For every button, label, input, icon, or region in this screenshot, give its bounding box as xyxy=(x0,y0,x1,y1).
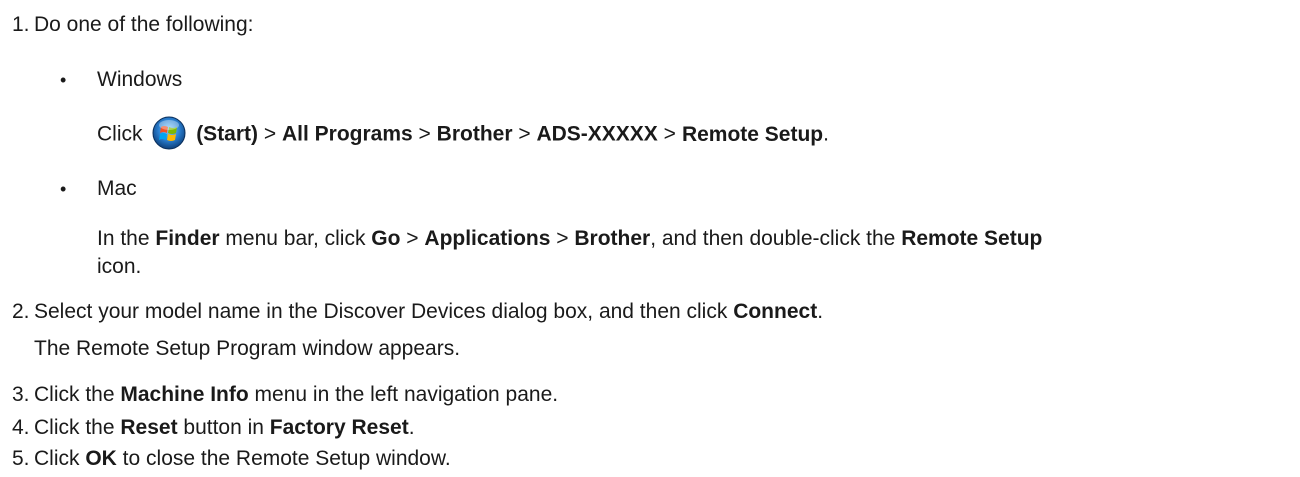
text: menu in the left navigation pane. xyxy=(248,383,559,406)
machine-info-label: Machine Info xyxy=(120,383,249,406)
step-number: 1. xyxy=(12,13,30,36)
brother-folder-label: Brother xyxy=(574,227,651,250)
period: . xyxy=(823,122,829,146)
separator: > xyxy=(518,122,531,146)
separator: > xyxy=(263,122,277,146)
reset-button-label: Reset xyxy=(120,416,178,439)
separator: > xyxy=(400,227,425,250)
separator: > xyxy=(418,122,431,146)
text: . xyxy=(408,416,415,439)
mac-instruction: In the Finder menu bar, click Go > Appli… xyxy=(97,225,1042,253)
menu-remote-setup: Remote Setup xyxy=(681,122,824,146)
ok-label: OK xyxy=(85,447,117,470)
mac-label: Mac xyxy=(97,177,137,200)
connect-label: Connect xyxy=(733,300,818,323)
menu-all-programs: All Programs xyxy=(281,122,413,146)
step-text: Click the Reset button in Factory Reset. xyxy=(34,414,415,442)
menu-brother: Brother xyxy=(436,122,513,146)
step-text: Do one of the following: xyxy=(34,13,254,36)
text: button in xyxy=(177,416,270,439)
go-menu-label: Go xyxy=(371,227,401,250)
text: to close the Remote Setup window. xyxy=(116,447,451,470)
step-number: 4. xyxy=(12,416,30,439)
finder-label: Finder xyxy=(155,227,220,250)
step-2-note: The Remote Setup Program window appears. xyxy=(34,337,461,360)
windows-instruction: Click (Start) > All Programs > Brother >… xyxy=(97,116,829,150)
applications-label: Applications xyxy=(424,227,551,250)
text: Select your model name in the Discover D… xyxy=(34,300,734,323)
text: Click xyxy=(34,447,86,470)
mac-text: , and then double-click the xyxy=(650,227,902,250)
menu-model: ADS-XXXXX xyxy=(536,122,658,146)
text: . xyxy=(817,300,824,323)
step-number: 5. xyxy=(12,447,30,470)
step-number: 2. xyxy=(12,300,30,323)
separator: > xyxy=(550,227,575,250)
bullet: • xyxy=(60,70,67,90)
separator: > xyxy=(663,122,676,146)
windows-label: Windows xyxy=(97,68,183,91)
click-text: Click xyxy=(97,122,143,146)
step-text: Click the Machine Info menu in the left … xyxy=(34,381,558,409)
mac-text: menu bar, click xyxy=(219,227,372,250)
start-label: (Start) xyxy=(196,122,259,146)
windows-start-icon xyxy=(152,116,186,150)
mac-instruction-cont: icon. xyxy=(97,255,142,278)
step-text: Click OK to close the Remote Setup windo… xyxy=(34,445,451,473)
text: Click the xyxy=(34,416,121,439)
step-number: 3. xyxy=(12,383,30,406)
mac-text: In the xyxy=(97,227,156,250)
text: Click the xyxy=(34,383,121,406)
step-text: Select your model name in the Discover D… xyxy=(34,298,823,326)
remote-setup-label: Remote Setup xyxy=(901,227,1043,250)
bullet: • xyxy=(60,179,67,199)
factory-reset-label: Factory Reset xyxy=(269,416,409,439)
